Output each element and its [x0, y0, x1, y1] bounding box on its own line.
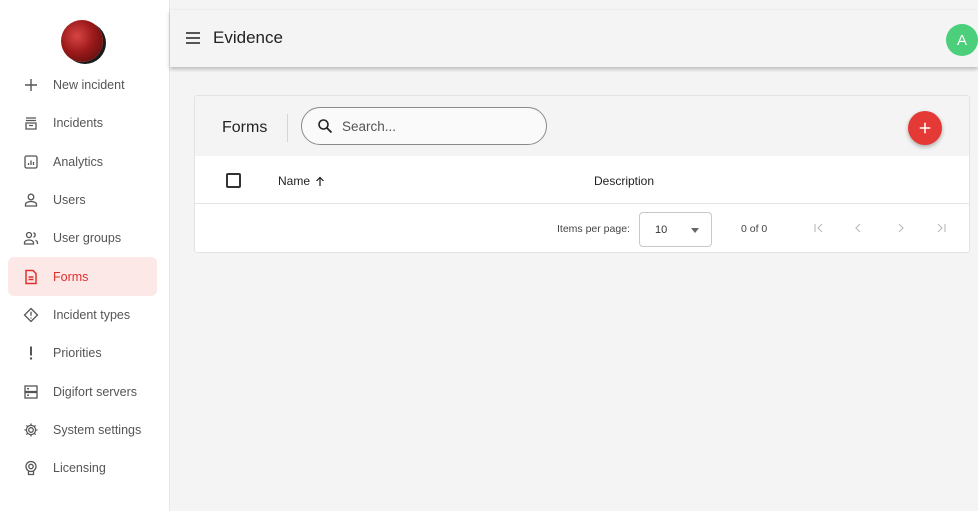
sidebar-item-incidents[interactable]: Incidents — [8, 104, 157, 142]
items-per-page-select[interactable]: 10 — [639, 212, 712, 247]
sidebar-item-label: System settings — [53, 422, 142, 437]
main-content: Evidence A Forms Name Description — [170, 0, 978, 511]
column-header-name[interactable]: Name — [278, 174, 325, 188]
sidebar-item-label: Digifort servers — [53, 384, 138, 399]
exclamation-icon — [23, 345, 39, 361]
user-icon — [23, 192, 39, 208]
sidebar-item-forms[interactable]: Forms — [8, 257, 157, 296]
sidebar-item-label: Priorities — [53, 346, 102, 361]
sort-arrow-up-icon — [316, 176, 324, 186]
sidebar-item-label: Users — [53, 193, 86, 208]
sidebar-item-incident-types[interactable]: Incident types — [8, 296, 157, 334]
search-icon — [317, 118, 333, 134]
column-header-description: Description — [594, 174, 655, 188]
select-all-checkbox[interactable] — [226, 173, 241, 188]
diamond-alert-icon — [23, 307, 39, 323]
sidebar-item-label: Analytics — [53, 154, 104, 169]
menu-icon[interactable] — [184, 30, 202, 46]
sidebar-item-system-settings[interactable]: System settings — [8, 411, 157, 449]
sidebar-item-user-groups[interactable]: User groups — [8, 219, 157, 257]
app-logo — [61, 20, 103, 62]
analytics-icon — [23, 154, 39, 170]
plus-icon — [919, 122, 931, 134]
form-icon — [23, 269, 39, 285]
search-field[interactable] — [301, 107, 547, 145]
user-group-icon — [23, 230, 39, 246]
sidebar-item-analytics[interactable]: Analytics — [8, 143, 157, 181]
items-per-page-label: Items per page: — [557, 223, 630, 235]
sidebar-item-label: Licensing — [53, 461, 106, 476]
first-page-icon — [814, 223, 823, 233]
table-toolbar: Forms — [195, 96, 969, 156]
sidebar-item-label: Incident types — [53, 307, 131, 322]
column-header-label: Name — [278, 174, 311, 188]
inbox-icon — [23, 115, 39, 131]
chevron-left-icon — [855, 223, 861, 233]
sidebar-item-digifort-servers[interactable]: Digifort servers — [8, 372, 157, 410]
paginator: Items per page: 10 0 of 0 — [195, 205, 969, 252]
sidebar-nav: New incident Incidents Analytics Users U… — [0, 66, 170, 487]
sidebar-item-label: User groups — [53, 231, 122, 246]
chevron-down-icon — [691, 228, 699, 233]
range-label: 0 of 0 — [741, 223, 768, 235]
chevron-right-icon — [898, 223, 904, 233]
first-page-button[interactable] — [808, 217, 830, 239]
server-icon — [23, 384, 39, 400]
add-form-button[interactable] — [908, 111, 942, 145]
sidebar-item-licensing[interactable]: Licensing — [8, 449, 157, 487]
plus-icon — [23, 77, 39, 93]
sidebar-item-label: Incidents — [53, 116, 104, 131]
next-page-button[interactable] — [890, 217, 912, 239]
sidebar: New incident Incidents Analytics Users U… — [0, 0, 170, 511]
license-icon — [23, 460, 39, 476]
card-title: Forms — [222, 119, 268, 136]
top-app-bar: Evidence A — [170, 10, 978, 67]
page-title: Evidence — [213, 28, 283, 47]
previous-page-button[interactable] — [847, 217, 869, 239]
table-header-row: Name Description — [195, 157, 969, 204]
sidebar-item-priorities[interactable]: Priorities — [8, 334, 157, 372]
sidebar-item-label: Forms — [53, 269, 89, 284]
last-page-icon — [937, 223, 946, 233]
last-page-button[interactable] — [930, 217, 952, 239]
sidebar-item-new-incident[interactable]: New incident — [8, 66, 157, 104]
gear-icon — [23, 422, 39, 438]
items-per-page-value: 10 — [655, 224, 668, 236]
forms-table-card: Forms Name Description Items per page: — [194, 95, 970, 253]
sidebar-item-users[interactable]: Users — [8, 181, 157, 219]
divider — [287, 114, 288, 142]
sidebar-item-label: New incident — [53, 78, 125, 93]
avatar[interactable]: A — [946, 24, 978, 56]
search-input[interactable] — [342, 118, 522, 134]
